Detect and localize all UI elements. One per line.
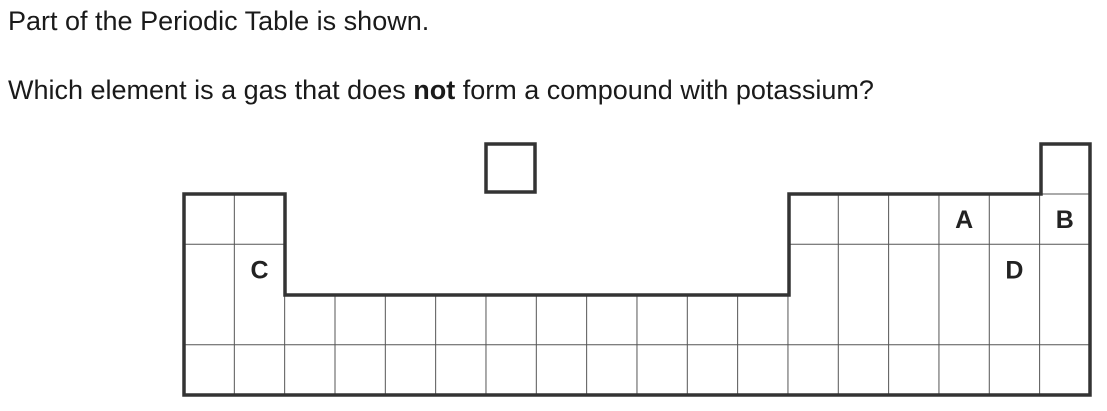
element-label-d: D (1005, 256, 1023, 284)
element-label-a: A (955, 206, 973, 234)
element-label-c: C (250, 256, 268, 284)
hydrogen-box (484, 142, 537, 194)
element-labels: A B C D (250, 206, 1073, 284)
element-label-b: B (1056, 206, 1074, 234)
periodic-table-diagram: A B C D (182, 142, 1092, 397)
